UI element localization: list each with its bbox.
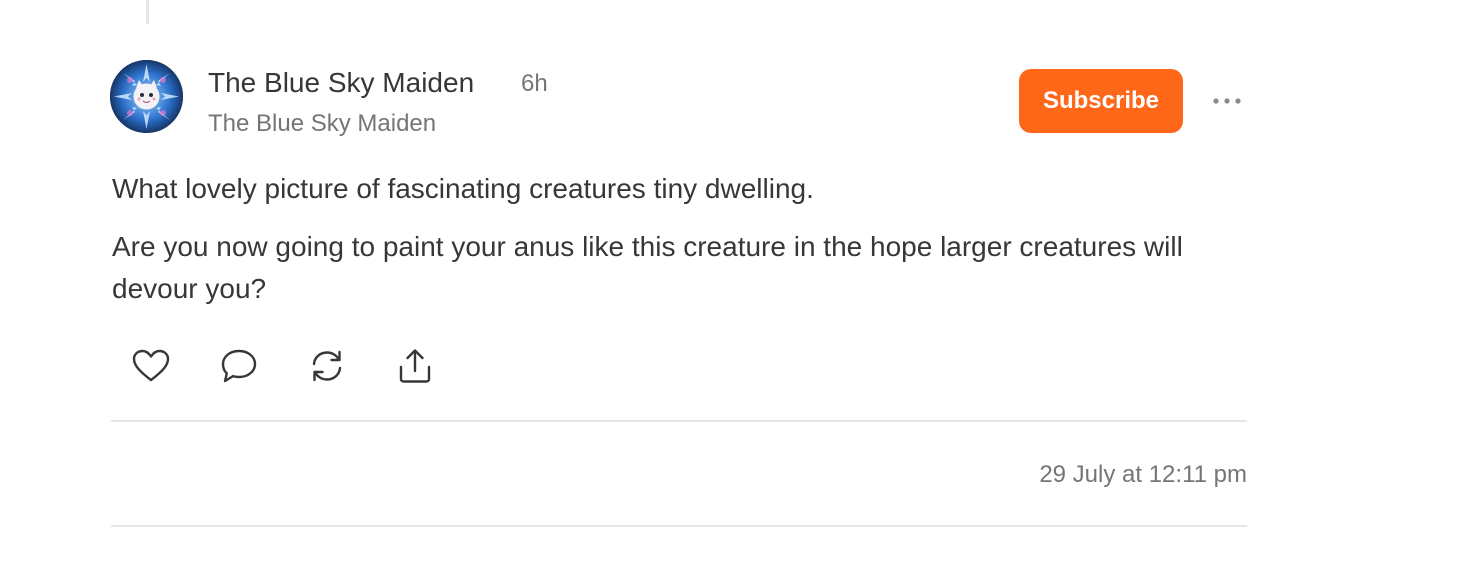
avatar[interactable]: [110, 60, 183, 133]
comment-timestamp[interactable]: 29 July at 12:11 pm: [1039, 459, 1247, 491]
subscribe-button[interactable]: Subscribe: [1019, 69, 1183, 133]
restack-icon: [312, 350, 342, 382]
avatar-image: [110, 60, 183, 133]
more-options-button[interactable]: [1208, 88, 1246, 114]
share-button[interactable]: [394, 345, 436, 387]
comment-button[interactable]: [218, 345, 260, 387]
comment-icon: [221, 349, 257, 383]
divider: [111, 525, 1247, 527]
author-name[interactable]: The Blue Sky Maiden: [208, 66, 474, 100]
relative-time: 6h: [521, 70, 548, 97]
share-icon: [399, 349, 431, 383]
divider: [111, 420, 1247, 422]
comment-paragraph: Are you now going to paint your anus lik…: [112, 231, 1183, 304]
more-horizontal-icon: [1213, 98, 1241, 104]
heart-icon: [132, 349, 170, 382]
restack-button[interactable]: [306, 345, 348, 387]
comment-paragraph: What lovely picture of fascinating creat…: [112, 173, 814, 204]
thread-connector-line: [146, 0, 149, 24]
comment-body: What lovely picture of fascinating creat…: [112, 168, 1272, 326]
like-button[interactable]: [130, 345, 172, 387]
publication-name[interactable]: The Blue Sky Maiden: [208, 108, 436, 140]
